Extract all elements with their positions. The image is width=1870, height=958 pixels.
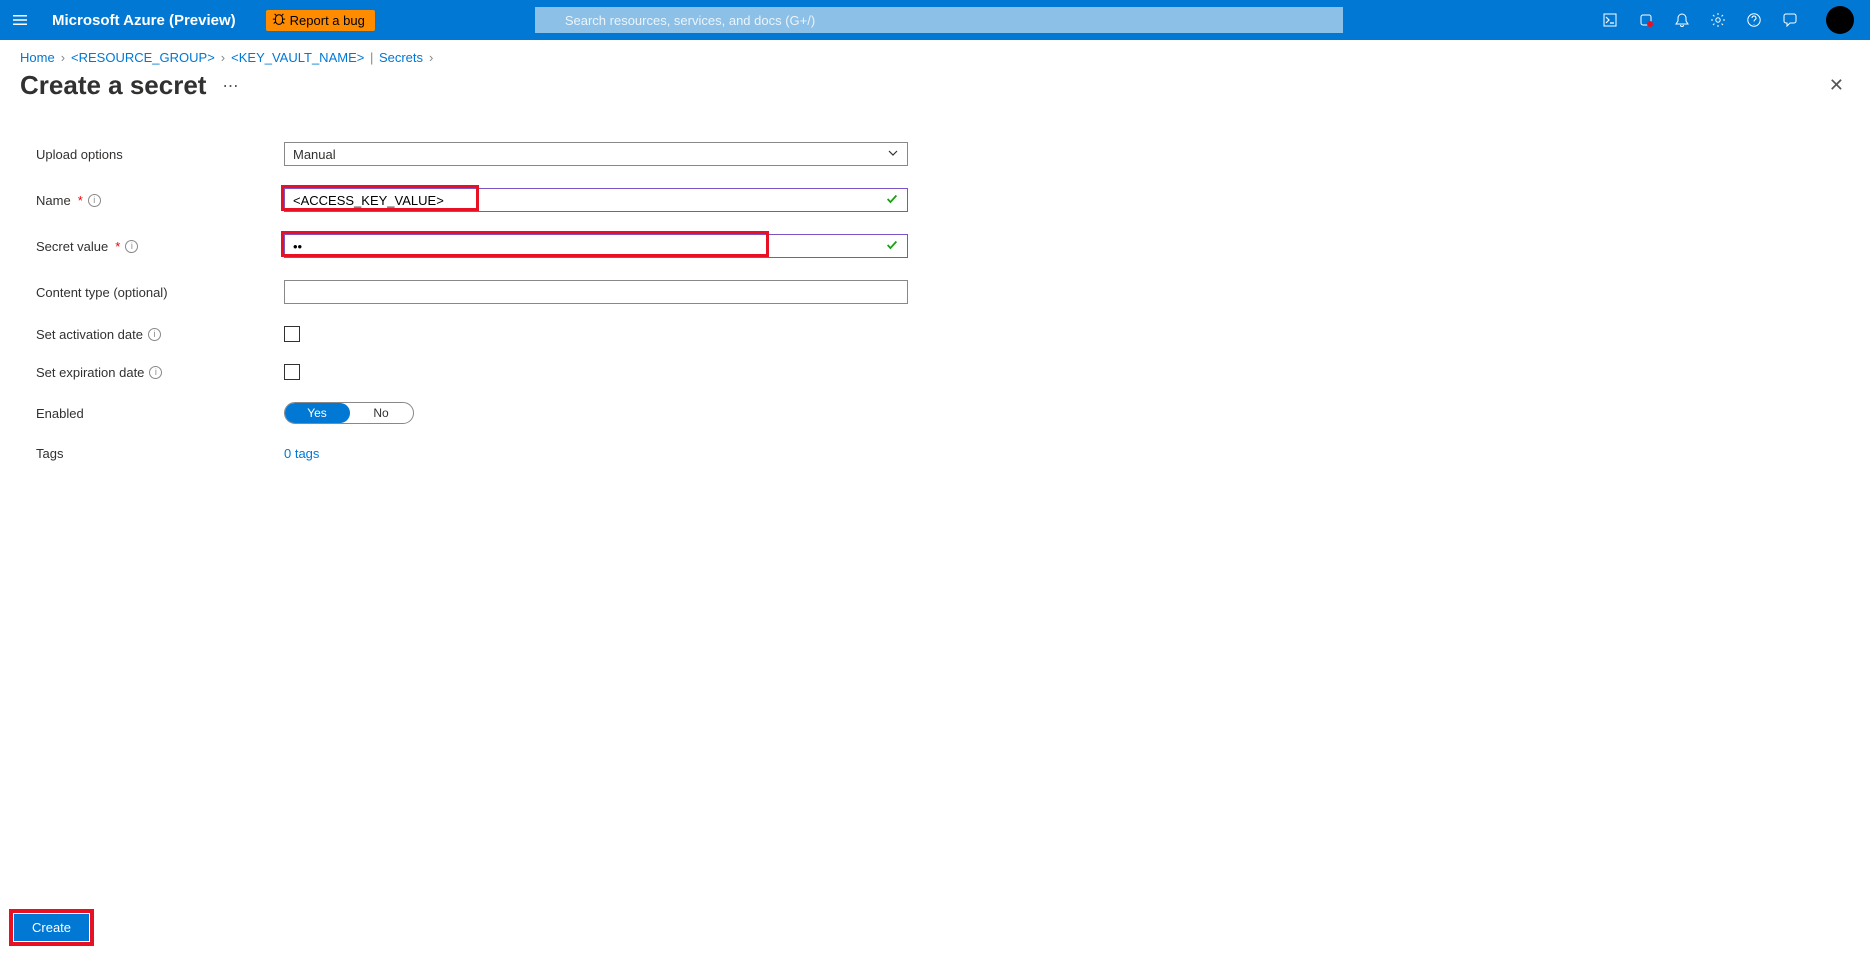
secret-value-label-text: Secret value (36, 239, 108, 254)
breadcrumb-keyvault-secrets[interactable]: <KEY_VAULT_NAME> | Secrets (231, 50, 423, 65)
create-button[interactable]: Create (14, 914, 89, 941)
search-input[interactable] (535, 7, 1343, 33)
name-label-text: Name (36, 193, 71, 208)
footer: Create (0, 904, 1870, 958)
create-secret-form: Upload options Manual Name* i Secret val… (0, 102, 1870, 461)
chevron-right-icon: › (429, 50, 433, 65)
upload-options-label: Upload options (36, 147, 284, 162)
feedback-icon[interactable] (1780, 10, 1800, 30)
secret-value-input-wrap (284, 234, 908, 258)
top-bar: Microsoft Azure (Preview) Report a bug (0, 0, 1870, 40)
breadcrumb-home[interactable]: Home (20, 50, 55, 65)
more-actions-button[interactable]: ⋯ (218, 72, 242, 100)
breadcrumb: Home › <RESOURCE_GROUP> › <KEY_VAULT_NAM… (0, 40, 1870, 69)
chevron-down-icon (887, 147, 899, 162)
content-type-input-wrap (284, 280, 908, 304)
enabled-no[interactable]: No (349, 406, 413, 420)
name-input[interactable] (293, 190, 869, 210)
breadcrumb-resource-group[interactable]: <RESOURCE_GROUP> (71, 50, 215, 65)
name-label: Name* i (36, 193, 284, 208)
secret-value-input[interactable] (293, 236, 869, 256)
info-icon[interactable]: i (88, 194, 101, 207)
breadcrumb-keyvault-label: <KEY_VAULT_NAME> (231, 50, 364, 65)
enabled-toggle[interactable]: Yes No (284, 402, 414, 424)
enabled-yes[interactable]: Yes (285, 406, 349, 420)
info-icon[interactable]: i (149, 366, 162, 379)
report-bug-label: Report a bug (290, 13, 365, 28)
notifications-icon[interactable] (1672, 10, 1692, 30)
enabled-label: Enabled (36, 406, 284, 421)
cloud-shell-icon[interactable] (1600, 10, 1620, 30)
content-type-label: Content type (optional) (36, 285, 284, 300)
settings-icon[interactable] (1708, 10, 1728, 30)
name-input-wrap (284, 188, 908, 212)
activation-date-label: Set activation date i (36, 327, 284, 342)
copilot-icon[interactable] (1636, 10, 1656, 30)
chevron-right-icon: › (61, 50, 65, 65)
page-title-row: Create a secret ⋯ ✕ (0, 69, 1870, 102)
expiration-date-checkbox[interactable] (284, 364, 300, 380)
check-icon (885, 192, 899, 209)
hamburger-menu-icon[interactable] (8, 8, 32, 32)
secret-value-label: Secret value* i (36, 239, 284, 254)
activation-date-label-text: Set activation date (36, 327, 143, 342)
user-avatar[interactable] (1826, 6, 1854, 34)
upload-options-value: Manual (293, 147, 336, 162)
tags-link[interactable]: 0 tags (284, 446, 319, 461)
info-icon[interactable]: i (125, 240, 138, 253)
expiration-date-label-text: Set expiration date (36, 365, 144, 380)
upload-options-select[interactable]: Manual (284, 142, 908, 166)
info-icon[interactable]: i (148, 328, 161, 341)
breadcrumb-secrets-label: Secrets (379, 50, 423, 65)
global-search (535, 7, 1343, 33)
page-title: Create a secret (20, 70, 206, 101)
activation-date-checkbox[interactable] (284, 326, 300, 342)
check-icon (885, 238, 899, 255)
report-bug-button[interactable]: Report a bug (266, 10, 375, 31)
chevron-right-icon: › (221, 50, 225, 65)
content-type-input[interactable] (293, 282, 869, 302)
close-button[interactable]: ✕ (1823, 69, 1850, 102)
portal-name[interactable]: Microsoft Azure (Preview) (52, 12, 236, 29)
topbar-icons (1600, 6, 1862, 34)
tags-label: Tags (36, 446, 284, 461)
help-icon[interactable] (1744, 10, 1764, 30)
expiration-date-label: Set expiration date i (36, 365, 284, 380)
